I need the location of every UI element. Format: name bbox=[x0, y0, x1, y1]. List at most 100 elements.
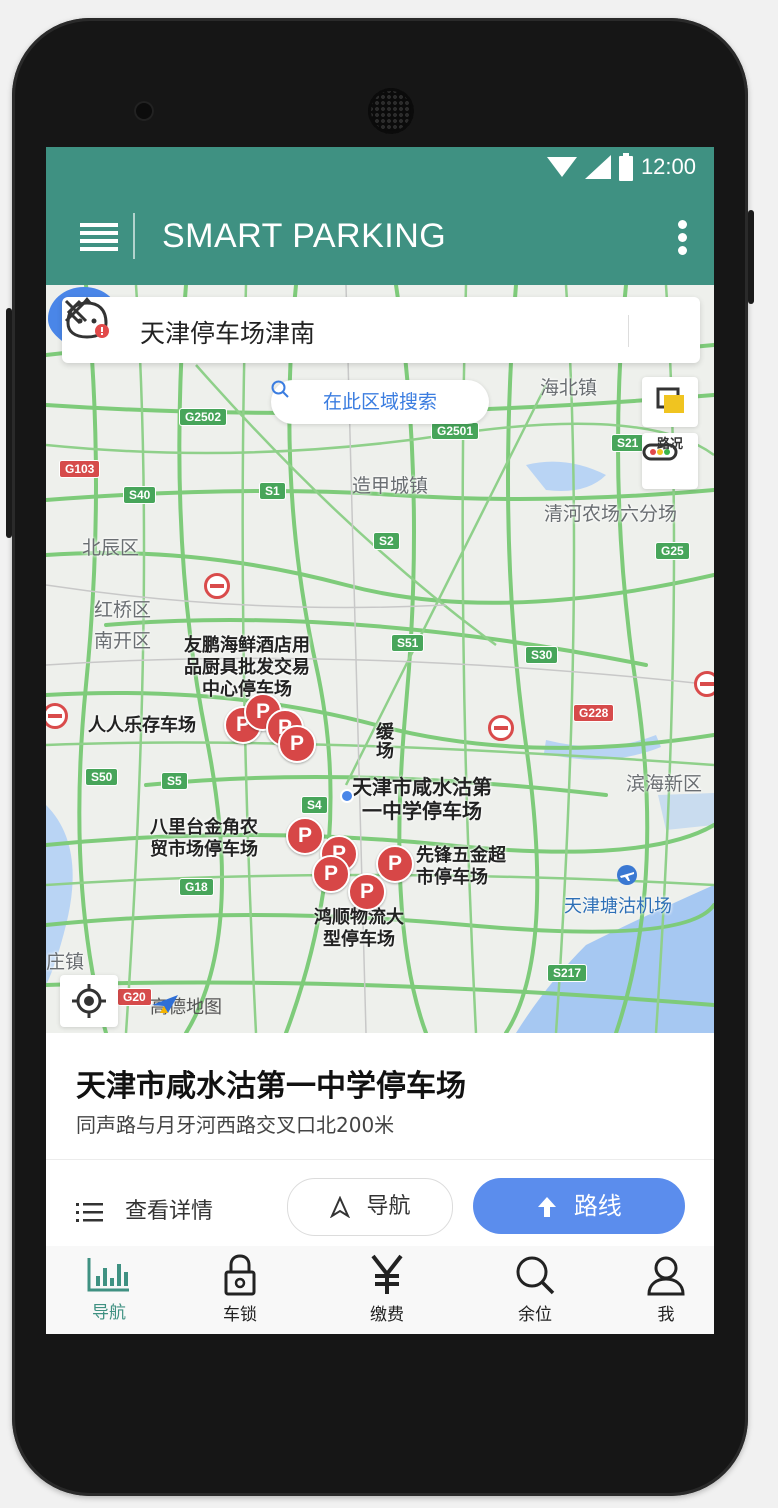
traffic-light-icon bbox=[642, 443, 678, 461]
tab-vacancy[interactable]: 余位 bbox=[480, 1246, 590, 1334]
poi-label-partial: 缓 场 bbox=[376, 723, 394, 761]
map-label-beichen: 北辰区 bbox=[82, 537, 140, 559]
poi-label-line: 市停车场 bbox=[416, 867, 488, 888]
traffic-control-icon bbox=[204, 573, 230, 599]
poi-label-line: 友鹏海鲜酒店用 bbox=[184, 635, 310, 656]
road-shield: S217 bbox=[548, 965, 587, 981]
location-dot bbox=[340, 789, 354, 803]
more-options-icon[interactable] bbox=[678, 220, 688, 256]
poi-label-line: 鸿顺物流大 bbox=[314, 907, 404, 928]
poi-label-hongshun: 鸿顺物流大 型停车场 bbox=[314, 907, 404, 951]
yen-icon bbox=[371, 1254, 403, 1294]
road-shield: G18 bbox=[180, 879, 213, 895]
navigation-arrow-icon bbox=[330, 1195, 351, 1219]
bottom-tab-bar: 导航 车锁 缴费 余位 我 bbox=[46, 1246, 714, 1334]
tab-label: 导航 bbox=[92, 1303, 126, 1323]
parking-marker[interactable]: P bbox=[376, 845, 414, 883]
amap-logo-icon bbox=[152, 995, 178, 1013]
user-icon bbox=[647, 1256, 685, 1296]
road-shield: G103 bbox=[60, 461, 100, 477]
tab-lock[interactable]: 车锁 bbox=[185, 1246, 295, 1334]
app-bar: SMART PARKING bbox=[46, 187, 714, 285]
map-label-binhai: 滨海新区 bbox=[626, 773, 703, 795]
place-info-panel: 天津市咸水沽第一中学停车场 同声路与月牙河西路交叉口北200米 查看详情 导航 … bbox=[46, 1033, 714, 1246]
road-shield: G228 bbox=[574, 705, 614, 721]
parking-marker[interactable]: P bbox=[348, 873, 386, 911]
signal-icon bbox=[584, 155, 611, 179]
road-shield: S1 bbox=[260, 483, 285, 499]
poi-label-selected: 天津市咸水沽第 一中学停车场 bbox=[352, 775, 492, 823]
poi-label-line: 中心停车场 bbox=[202, 679, 292, 700]
road-shield: G25 bbox=[656, 543, 689, 559]
route-arrow-icon bbox=[538, 1197, 557, 1217]
crosshair-icon bbox=[72, 984, 106, 1018]
search-query-text[interactable]: 天津停车场津南 bbox=[140, 314, 315, 350]
navigate-label: 导航 bbox=[366, 1194, 411, 1219]
poi-label-line: 天津市咸水沽第 bbox=[352, 775, 492, 799]
road-shield: G2501 bbox=[432, 423, 479, 439]
poi-label-line: 一中学停车场 bbox=[362, 799, 482, 823]
parking-marker[interactable]: P bbox=[286, 817, 324, 855]
road-shield: S5 bbox=[162, 773, 187, 789]
chart-bars-icon bbox=[87, 1258, 129, 1292]
poi-label-line: 缓 bbox=[376, 722, 394, 743]
poi-label-line: 场 bbox=[376, 741, 394, 762]
layers-icon bbox=[656, 387, 684, 413]
poi-label-line: 型停车场 bbox=[323, 929, 395, 950]
menu-icon[interactable] bbox=[80, 223, 118, 251]
map-label-zhuangzhen: 庄镇 bbox=[46, 951, 85, 973]
power-button bbox=[748, 210, 754, 304]
close-icon[interactable] bbox=[62, 297, 90, 325]
status-time: 12:00 bbox=[640, 154, 696, 179]
road-shield: S4 bbox=[302, 797, 327, 813]
poi-label-line: 八里台金角农 bbox=[150, 817, 258, 838]
poi-label-renren: 人人乐存车场 bbox=[88, 715, 196, 736]
info-divider bbox=[46, 1159, 714, 1160]
poi-label-line: 品厨具批发交易 bbox=[184, 657, 310, 678]
poi-label-xianfeng: 先锋五金超 市停车场 bbox=[416, 845, 506, 889]
tab-me[interactable]: 我 bbox=[611, 1246, 714, 1334]
road-shield: S40 bbox=[124, 487, 156, 503]
search-this-area-label: 在此区域搜索 bbox=[322, 391, 437, 413]
parking-marker[interactable]: P bbox=[312, 855, 350, 893]
navigate-button[interactable]: 导航 bbox=[287, 1178, 453, 1236]
poi-label-line: 贸市场停车场 bbox=[150, 839, 258, 860]
layers-button[interactable] bbox=[642, 377, 698, 427]
status-bar: 12:00 bbox=[46, 147, 714, 187]
map-label-haibei: 海北镇 bbox=[540, 377, 598, 399]
road-shield: G20 bbox=[118, 989, 151, 1005]
road-shield: S30 bbox=[526, 647, 558, 663]
search-icon bbox=[516, 1256, 555, 1295]
screen: 12:00 SMART PARKING 海北镇 造甲城镇 清河农场六分场 北辰区… bbox=[46, 147, 714, 1334]
search-bar[interactable]: 天津停车场津南 bbox=[62, 297, 700, 363]
view-details-link[interactable]: 查看详情 bbox=[76, 1193, 213, 1225]
tab-label: 车锁 bbox=[223, 1305, 257, 1325]
map-label-airport: 天津塘沽机场 bbox=[564, 896, 672, 917]
route-label: 路线 bbox=[573, 1192, 622, 1220]
traffic-control-icon bbox=[488, 715, 514, 741]
parking-marker[interactable]: P bbox=[278, 725, 316, 763]
tab-payment[interactable]: 缴费 bbox=[332, 1246, 442, 1334]
traffic-button[interactable]: 路况 bbox=[642, 433, 698, 489]
wifi-icon bbox=[546, 157, 577, 177]
map-label-zaojia: 造甲城镇 bbox=[352, 475, 429, 497]
map-provider-logo: 高德地图 bbox=[150, 993, 222, 1019]
road-shield: S50 bbox=[86, 769, 118, 785]
search-divider bbox=[628, 315, 629, 347]
road-shield: S51 bbox=[392, 635, 424, 651]
tab-navigation[interactable]: 导航 bbox=[54, 1246, 164, 1334]
locate-me-button[interactable] bbox=[60, 975, 118, 1027]
battery-icon bbox=[618, 153, 633, 181]
search-icon bbox=[271, 380, 289, 398]
map-label-qinghe: 清河农场六分场 bbox=[544, 503, 678, 525]
list-icon bbox=[76, 1203, 103, 1222]
tab-label: 余位 bbox=[518, 1305, 552, 1325]
poi-label-line: 先锋五金超 bbox=[416, 845, 506, 866]
route-button[interactable]: 路线 bbox=[473, 1178, 685, 1234]
map-view[interactable]: 海北镇 造甲城镇 清河农场六分场 北辰区 红桥区 南开区 滨海新区 庄镇 天津塘… bbox=[46, 285, 714, 1033]
view-details-label: 查看详情 bbox=[125, 1199, 214, 1224]
road-shield: S21 bbox=[612, 435, 644, 451]
search-this-area-button[interactable]: 在此区域搜索 bbox=[271, 380, 489, 424]
lock-icon bbox=[224, 1254, 256, 1296]
poi-label-balitai: 八里台金角农 贸市场停车场 bbox=[150, 817, 258, 861]
